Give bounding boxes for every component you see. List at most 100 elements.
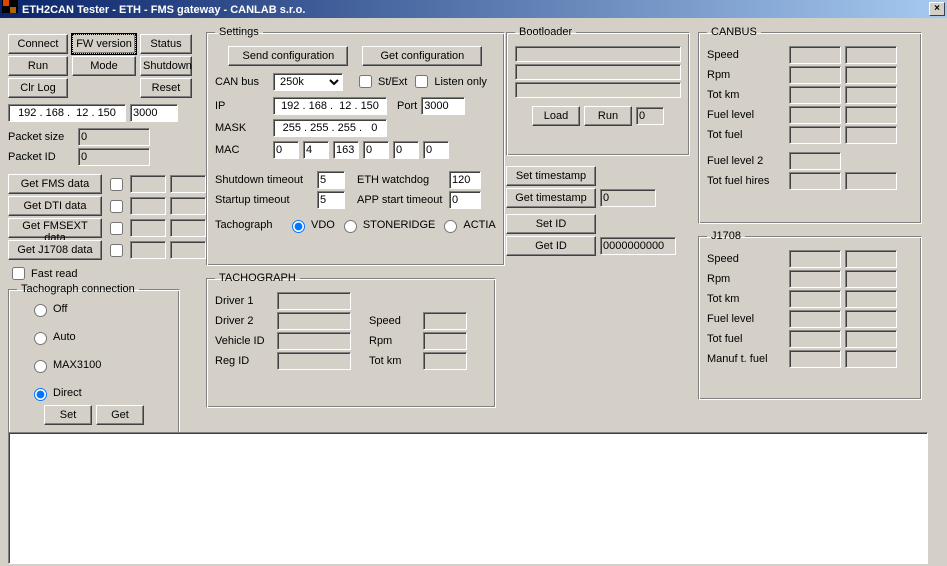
bootloader-legend: Bootloader [515,26,576,38]
tachograph-legend: TACHOGRAPH [215,272,300,284]
j-totkm2 [845,290,897,308]
clear-log-button[interactable]: Clr Log [8,78,68,98]
cb-totfuelh-label: Tot fuel hires [707,175,785,187]
fms-val1 [130,175,166,193]
tacho-set-button[interactable]: Set [44,405,92,425]
cb-fuellevel2 [789,152,841,170]
get-timestamp-button[interactable]: Get timestamp [506,188,596,208]
app-timeout-label: APP start timeout [357,194,445,206]
cb-totfuel-label: Tot fuel [707,129,785,141]
canbus-select[interactable]: 250k [273,73,343,91]
ip-input[interactable] [8,104,126,122]
set-timestamp-button[interactable]: Set timestamp [506,166,596,186]
listen-check[interactable]: Listen only [411,72,487,91]
packet-id-field [78,148,150,166]
tacho-get-button[interactable]: Get [96,405,144,425]
status-button[interactable]: Status [140,34,192,54]
get-id-button[interactable]: Get ID [506,236,596,256]
mac2[interactable] [333,141,359,159]
window-title: ETH2CAN Tester - ETH - FMS gateway - CAN… [22,4,305,16]
j1708-val1 [130,241,166,259]
bl-run-button[interactable]: Run [584,106,632,126]
send-config-button[interactable]: Send configuration [228,46,348,66]
j-totfuel1 [789,330,841,348]
j1708-check[interactable] [110,244,123,257]
mac1[interactable] [303,141,329,159]
get-fms-button[interactable]: Get FMS data [8,174,102,194]
fast-read-check[interactable]: Fast read [8,264,206,283]
cb-speed1 [789,46,841,64]
tg-rpm-field [423,332,467,350]
mac-label: MAC [215,144,269,156]
tacho-direct-radio[interactable]: Direct [29,385,171,401]
cb-rpm2 [845,66,897,84]
port-label: Port [397,100,417,112]
tg-speed-field [423,312,467,330]
tacho-stoneridge-radio[interactable]: STONERIDGE [339,217,436,233]
driver2-label: Driver 2 [215,315,273,327]
packet-size-field [78,128,150,146]
close-button[interactable]: × [929,2,945,16]
wd-input[interactable] [449,171,481,189]
cb-totkm1 [789,86,841,104]
mac5[interactable] [423,141,449,159]
get-fmsext-button[interactable]: Get FMSEXT data [8,218,102,238]
set-id-button[interactable]: Set ID [506,214,596,234]
tacho-auto-radio[interactable]: Auto [29,329,171,345]
fms-check[interactable] [110,178,123,191]
tacho-actia-radio[interactable]: ACTIA [439,217,495,233]
tacho-off-radio[interactable]: Off [29,301,171,317]
j-fuel-label: Fuel level [707,313,785,325]
mac0[interactable] [273,141,299,159]
tg-speed-label: Speed [369,315,419,327]
j-speed1 [789,250,841,268]
get-j1708-button[interactable]: Get J1708 data [8,240,102,260]
settings-port-input[interactable] [421,97,465,115]
app-timeout-input[interactable] [449,191,481,209]
regid-field [277,352,351,370]
bl-bar2 [515,64,681,80]
j1708-legend: J1708 [707,230,745,242]
mac3[interactable] [363,141,389,159]
settings-ip-input[interactable] [273,97,387,115]
mask-input[interactable] [273,119,387,137]
canbus-legend: CANBUS [707,26,761,38]
run-button[interactable]: Run [8,56,68,76]
driver2-field [277,312,351,330]
bl-load-button[interactable]: Load [532,106,580,126]
tacho-vdo-radio[interactable]: VDO [287,217,335,233]
cb-totkm2 [845,86,897,104]
app-icon [2,0,18,13]
mode-button[interactable]: Mode [72,56,136,76]
id-field [600,237,676,255]
port-input[interactable] [130,104,178,122]
log-area[interactable] [8,432,928,564]
fmsext-val2 [170,219,206,237]
mac4[interactable] [393,141,419,159]
cb-totfuel1 [789,126,841,144]
cb-rpm-label: Rpm [707,69,785,81]
sd-timeout-input[interactable] [317,171,345,189]
connect-button[interactable]: Connect [8,34,68,54]
stext-check[interactable]: St/Ext [355,72,407,91]
j-speed2 [845,250,897,268]
su-timeout-label: Startup timeout [215,194,313,206]
tg-rpm-label: Rpm [369,335,419,347]
get-config-button[interactable]: Get configuration [362,46,482,66]
vehicleid-label: Vehicle ID [215,335,273,347]
j-rpm2 [845,270,897,288]
dti-check[interactable] [110,200,123,213]
tacho-max-radio[interactable]: MAX3100 [29,357,171,373]
su-timeout-input[interactable] [317,191,345,209]
driver1-label: Driver 1 [215,295,273,307]
fw-version-button[interactable]: FW version [72,34,136,54]
fms-val2 [170,175,206,193]
canbus-label: CAN bus [215,76,269,88]
fmsext-check[interactable] [110,222,123,235]
get-dti-button[interactable]: Get DTI data [8,196,102,216]
reset-button[interactable]: Reset [140,78,192,98]
shutdown-button[interactable]: Shutdown [140,56,192,76]
packet-id-label: Packet ID [8,151,74,163]
ip-label: IP [215,100,269,112]
cb-totkm-label: Tot km [707,89,785,101]
